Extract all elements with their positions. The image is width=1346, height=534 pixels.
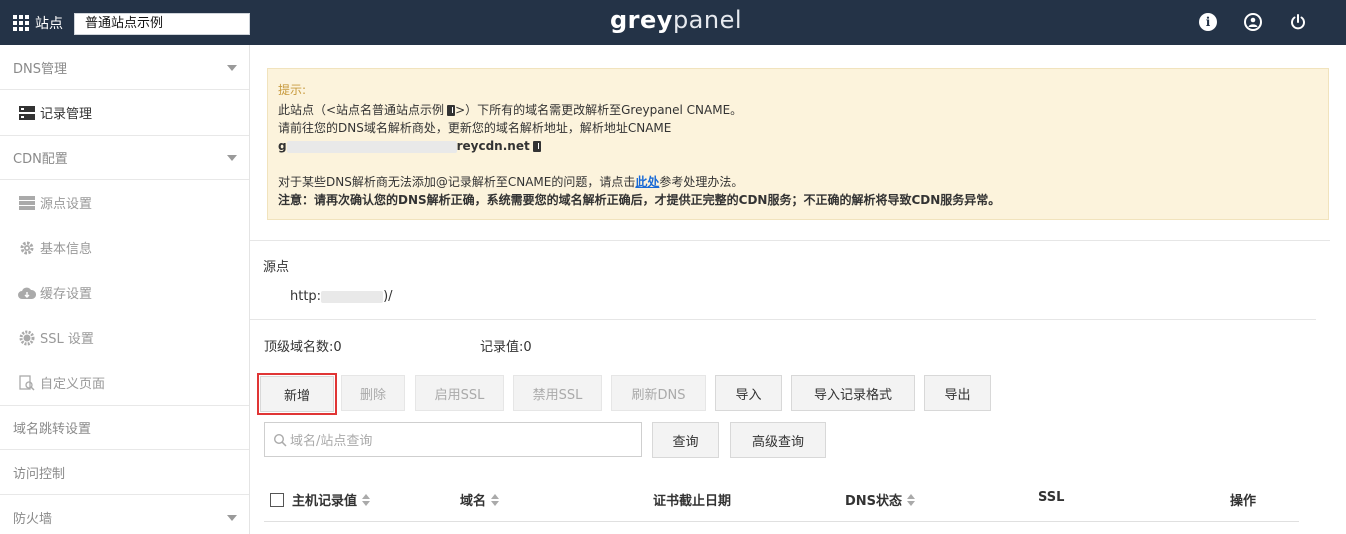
- sidebar-section-cdn[interactable]: CDN配置: [0, 135, 249, 180]
- table-header-divider: [264, 521, 1299, 522]
- sidebar-section-dns[interactable]: DNS管理: [0, 45, 249, 90]
- col-domain-label: 域名: [460, 494, 487, 509]
- site-select[interactable]: 普通站点示例: [74, 13, 250, 35]
- sidebar-section-firewall-label: 防火墙: [13, 512, 53, 527]
- sort-icon[interactable]: [362, 493, 371, 506]
- redacted-text: [286, 140, 457, 153]
- refresh-dns-button[interactable]: 刷新DNS: [611, 375, 706, 411]
- copy-icon[interactable]: [532, 141, 541, 152]
- sidebar-section-firewall[interactable]: 防火墙: [0, 495, 249, 534]
- col-ops-label: 操作: [1230, 494, 1257, 509]
- sidebar-section-access[interactable]: 访问控制: [0, 450, 249, 495]
- col-host[interactable]: 主机记录值: [270, 490, 371, 509]
- user-icon[interactable]: [1244, 13, 1262, 31]
- col-domain[interactable]: 域名: [460, 490, 500, 509]
- sidebar-item-custom[interactable]: 自定义页面: [0, 360, 249, 405]
- cloud-download-icon: [18, 284, 36, 302]
- divider: [250, 240, 1330, 241]
- sidebar-item-origin[interactable]: 源点设置: [0, 180, 249, 225]
- server-icon: [18, 104, 36, 122]
- divider: [250, 319, 1316, 320]
- notice-line4: 对于某些DNS解析商无法添加@记录解析至CNAME的问题，请点击此处参考处理办法…: [278, 173, 1318, 191]
- top-bar: 站点 普通站点示例 greypanel i: [0, 0, 1346, 45]
- cog-icon: [18, 329, 36, 347]
- sidebar-section-access-label: 访问控制: [13, 466, 66, 482]
- col-dns[interactable]: DNS状态: [845, 490, 916, 509]
- col-ssl: SSL: [1038, 490, 1064, 505]
- disable-ssl-button[interactable]: 禁用SSL: [513, 375, 602, 411]
- sidebar: DNS管理 记录管理 CDN配置 源点设置 基本信息 缓存设置 SSL 设置 自…: [0, 45, 250, 534]
- page-search-icon: [18, 374, 36, 392]
- notice-line4-b: 参考处理办法。: [659, 175, 744, 189]
- add-button[interactable]: 新增: [257, 373, 337, 415]
- chevron-down-icon: [227, 515, 237, 521]
- chevron-down-icon: [227, 155, 237, 161]
- brand-left: grey: [610, 6, 673, 34]
- notice-title: 提示:: [278, 83, 307, 97]
- record-count: 记录值:0: [480, 340, 532, 355]
- top-domain-count: 顶级域名数:0: [264, 340, 342, 355]
- origin-url: http: )/: [290, 289, 393, 304]
- gear-icon: [18, 239, 36, 257]
- sidebar-item-record-label: 记录管理: [40, 107, 93, 122]
- redacted-text: [321, 290, 384, 303]
- col-cert: 证书截止日期: [653, 490, 731, 509]
- info-icon[interactable]: i: [1199, 13, 1217, 31]
- brand-logo: greypanel: [610, 6, 742, 34]
- col-ops: 操作: [1230, 490, 1256, 509]
- notice-warning: 注意：请再次确认您的DNS解析正确，系统需要您的域名解析正确后，才提供正完整的C…: [278, 193, 1001, 207]
- delete-button[interactable]: 删除: [341, 375, 405, 411]
- help-link[interactable]: 此处: [635, 175, 659, 189]
- origin-url-suffix: )/: [383, 289, 393, 304]
- sidebar-item-record[interactable]: 记录管理: [0, 90, 249, 135]
- server-icon: [18, 194, 36, 212]
- col-cert-label: 证书截止日期: [653, 494, 732, 509]
- notice-line2: 请前往您的DNS域名解析商处，更新您的域名解析地址，解析地址CNAME: [278, 121, 672, 135]
- sidebar-item-ssl[interactable]: SSL 设置: [0, 315, 249, 360]
- export-button[interactable]: 导出: [924, 375, 991, 411]
- origin-title: 源点: [263, 260, 290, 275]
- notice-line4-a: 对于某些DNS解析商无法添加@记录解析至CNAME的问题，请点击: [278, 175, 636, 189]
- brand-right: panel: [672, 6, 743, 34]
- notice-line1-b: >）下所有的域名需更改解析至Greypanel CNAME。: [455, 103, 743, 117]
- sort-icon[interactable]: [491, 493, 500, 506]
- sidebar-section-redirect[interactable]: 域名跳转设置: [0, 405, 249, 450]
- query-button[interactable]: 查询: [652, 422, 719, 458]
- search-icon: [273, 433, 287, 447]
- cname-suffix: reycdn.net: [456, 139, 530, 153]
- notice-box: 提示: 此站点（<站点名普通站点示例 >）下所有的域名需更改解析至Greypane…: [267, 68, 1329, 220]
- sidebar-item-cache[interactable]: 缓存设置: [0, 270, 249, 315]
- search-placeholder: 域名/站点查询: [290, 434, 373, 449]
- enable-ssl-button[interactable]: 启用SSL: [415, 375, 504, 411]
- col-ssl-label: SSL: [1038, 490, 1065, 505]
- sidebar-item-custom-label: 自定义页面: [40, 377, 106, 392]
- notice-line1: 此站点（<站点名普通站点示例 >）下所有的域名需更改解析至Greypanel CN…: [278, 101, 1318, 119]
- apps-grid-icon[interactable]: [13, 15, 29, 31]
- search-input[interactable]: 域名/站点查询: [264, 422, 642, 457]
- sidebar-item-basic-label: 基本信息: [40, 242, 93, 257]
- cname-prefix: g: [278, 139, 287, 153]
- col-dns-label: DNS状态: [845, 494, 903, 509]
- sidebar-section-dns-label: DNS管理: [13, 61, 67, 77]
- sort-icon[interactable]: [907, 493, 916, 506]
- sidebar-item-cache-label: 缓存设置: [40, 287, 93, 302]
- import-button[interactable]: 导入: [715, 375, 782, 411]
- chevron-down-icon: [227, 65, 237, 71]
- sidebar-item-basic[interactable]: 基本信息: [0, 225, 249, 270]
- site-label: 站点: [35, 16, 63, 32]
- col-host-label: 主机记录值: [292, 494, 358, 509]
- advanced-query-button[interactable]: 高级查询: [730, 422, 826, 458]
- sidebar-section-cdn-label: CDN配置: [13, 151, 68, 167]
- sidebar-item-origin-label: 源点设置: [40, 197, 93, 212]
- power-icon[interactable]: [1289, 13, 1307, 31]
- sidebar-section-redirect-label: 域名跳转设置: [13, 421, 92, 437]
- import-format-button[interactable]: 导入记录格式: [791, 375, 915, 411]
- notice-cname: g reycdn.net: [278, 137, 1318, 155]
- sidebar-item-ssl-label: SSL 设置: [40, 332, 94, 347]
- origin-url-prefix: http:: [290, 289, 322, 304]
- notice-line1-a: 此站点（<站点名普通站点示例: [278, 103, 445, 117]
- copy-icon[interactable]: [447, 105, 456, 116]
- select-all-checkbox[interactable]: [270, 492, 284, 507]
